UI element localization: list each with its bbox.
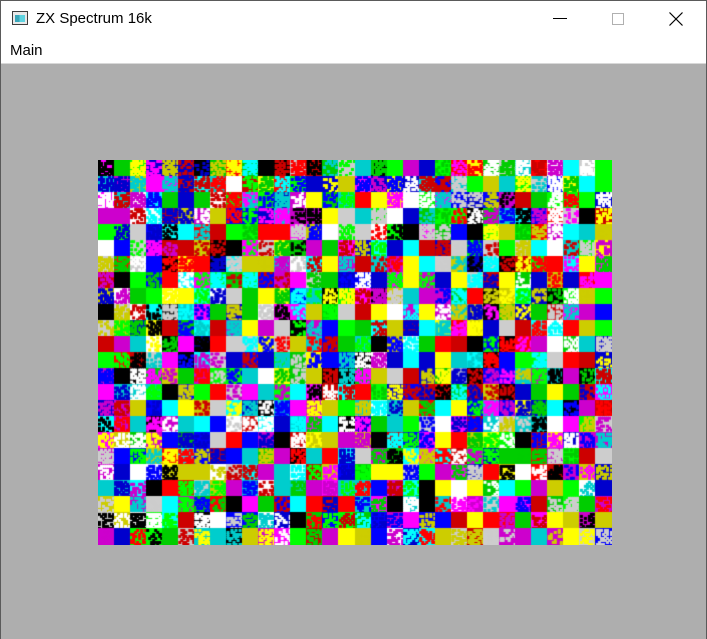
menu-bar: Main [1,37,706,62]
close-icon [669,12,683,26]
close-button[interactable] [647,1,705,37]
app-window-icon[interactable] [12,11,28,25]
window-title: ZX Spectrum 16k [36,10,152,27]
app-window: ZX Spectrum 16k Main [0,0,707,639]
title-bar[interactable]: ZX Spectrum 16k [1,1,706,37]
emulator-client-area [1,63,706,639]
maximize-button[interactable] [589,1,647,37]
maximize-icon [612,13,624,25]
minimize-icon [553,18,567,19]
minimize-button[interactable] [531,1,589,37]
menu-item-main[interactable]: Main [10,42,43,59]
spectrum-screen[interactable] [98,160,612,545]
